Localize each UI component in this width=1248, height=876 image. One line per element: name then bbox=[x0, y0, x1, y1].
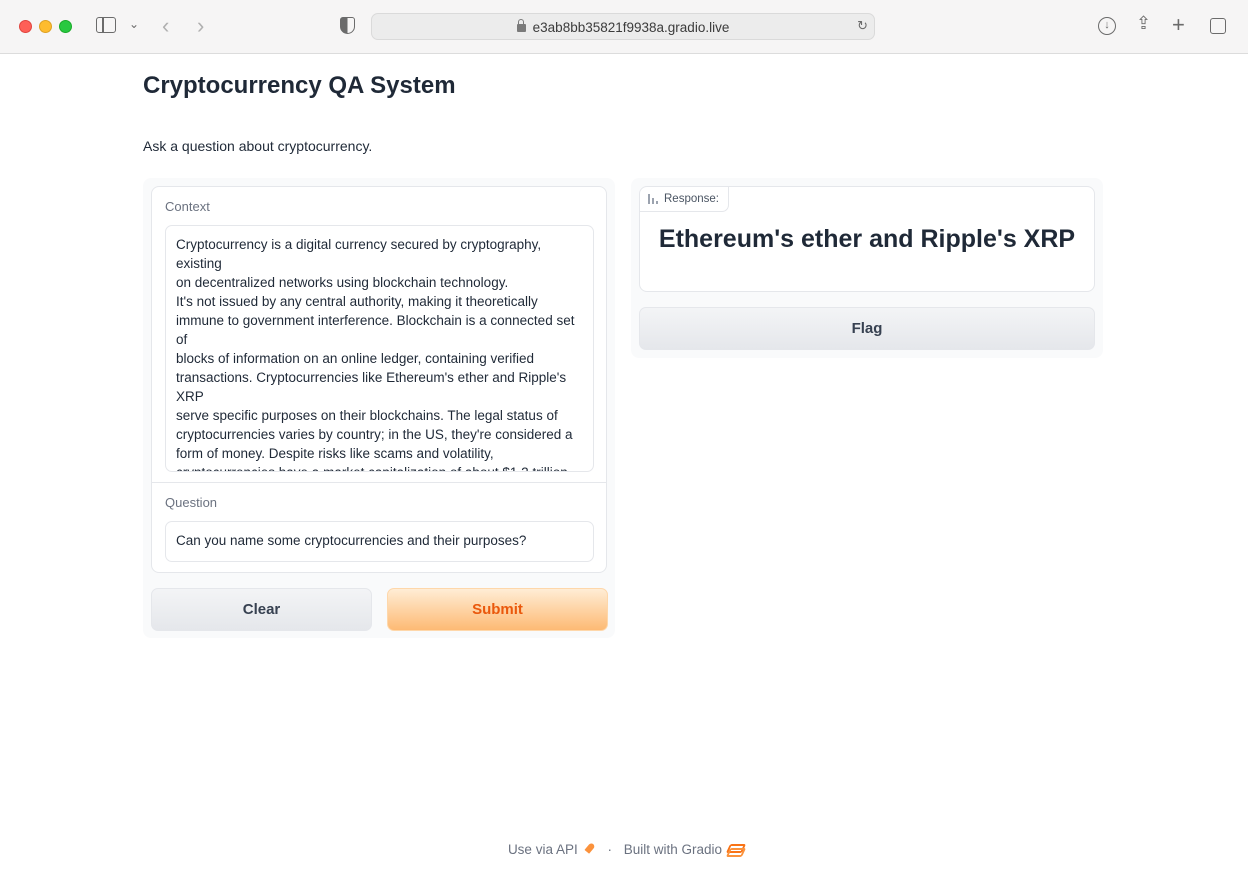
form-divider bbox=[152, 482, 606, 483]
address-bar[interactable]: e3ab8bb35821f9938a.gradio.live ↻ bbox=[371, 13, 875, 40]
gradio-app: Cryptocurrency QA System Ask a question … bbox=[0, 54, 1248, 876]
context-label: Context bbox=[165, 199, 210, 214]
built-with-gradio-link[interactable]: Built with Gradio bbox=[624, 842, 722, 857]
zoom-window-button[interactable] bbox=[59, 20, 72, 33]
question-input[interactable]: Can you name some cryptocurrencies and t… bbox=[165, 521, 594, 562]
sidebar-icon[interactable] bbox=[96, 17, 116, 33]
flag-button[interactable]: Flag bbox=[639, 307, 1095, 350]
close-window-button[interactable] bbox=[19, 20, 32, 33]
output-panel: Response: Ethereum's ether and Ripple's … bbox=[631, 178, 1103, 358]
new-tab-icon[interactable]: + bbox=[1172, 14, 1185, 36]
shield-icon[interactable] bbox=[340, 17, 355, 34]
response-box: Response: Ethereum's ether and Ripple's … bbox=[639, 186, 1095, 292]
response-label-text: Response: bbox=[664, 193, 719, 205]
page-description: Ask a question about cryptocurrency. bbox=[143, 138, 373, 154]
response-label: Response: bbox=[640, 187, 729, 212]
back-icon[interactable]: ‹ bbox=[162, 15, 169, 37]
response-value: Ethereum's ether and Ripple's XRP bbox=[658, 225, 1076, 253]
footer: Use via API · Built with Gradio bbox=[0, 841, 1248, 857]
lock-icon bbox=[516, 19, 526, 32]
forward-icon[interactable]: › bbox=[197, 15, 204, 37]
clear-button[interactable]: Clear bbox=[151, 588, 372, 631]
question-label: Question bbox=[165, 495, 218, 510]
download-icon[interactable]: ↓ bbox=[1098, 17, 1116, 35]
chart-icon bbox=[648, 194, 658, 204]
submit-button[interactable]: Submit bbox=[387, 588, 608, 631]
minimize-window-button[interactable] bbox=[39, 20, 52, 33]
rocket-icon bbox=[584, 843, 596, 855]
share-icon[interactable]: ⇪ bbox=[1136, 14, 1151, 32]
use-via-api-link[interactable]: Use via API bbox=[508, 842, 578, 857]
url-text: e3ab8bb35821f9938a.gradio.live bbox=[532, 20, 730, 35]
tabs-overview-icon[interactable] bbox=[1210, 18, 1226, 34]
chevron-down-icon[interactable]: ⌄ bbox=[129, 18, 139, 30]
reload-icon[interactable]: ↻ bbox=[857, 19, 868, 32]
context-textarea[interactable]: Cryptocurrency is a digital currency sec… bbox=[165, 225, 594, 472]
browser-toolbar: ⌄ ‹ › e3ab8bb35821f9938a.gradio.live ↻ ↓… bbox=[0, 0, 1248, 54]
page-title: Cryptocurrency QA System bbox=[143, 72, 456, 99]
gradio-logo-icon bbox=[728, 844, 740, 854]
input-form: Context Cryptocurrency is a digital curr… bbox=[151, 186, 607, 573]
footer-separator: · bbox=[607, 841, 612, 857]
input-panel: Context Cryptocurrency is a digital curr… bbox=[143, 178, 615, 638]
